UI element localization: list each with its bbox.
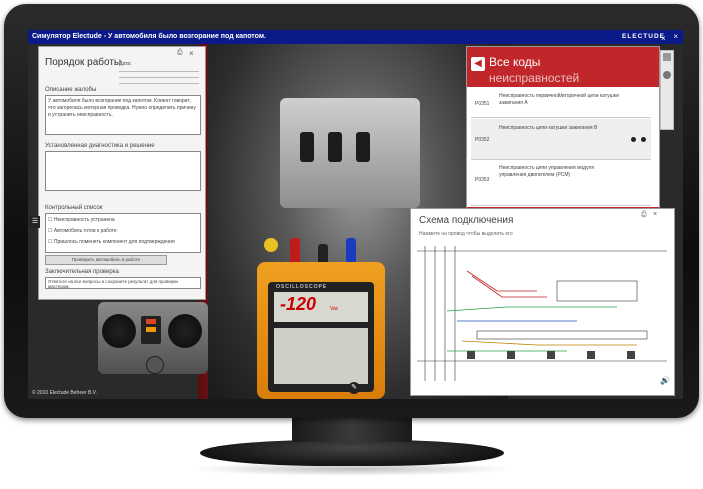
code-row[interactable]: P0352 Неисправность цепи катушки зажиган… [471,119,651,160]
ignition-coil-2[interactable] [328,132,342,162]
code-desc: Неисправность цепи управления модуля упр… [499,165,595,178]
diagnosis-label: Установленная диагностика и решение [45,143,155,149]
ignition-coil-3[interactable] [356,132,370,162]
status-dot [641,137,646,142]
codes-header: ◀ Все коды неисправностей [467,47,659,87]
menu-icon[interactable]: ☰ [30,216,40,228]
fault-codes-panel: ◀ Все коды неисправностей P0351 Неисправ… [466,46,660,218]
code-desc: Неисправность цепи катушки зажигания В [499,125,598,131]
oscilloscope-grid [274,328,368,384]
field-line [119,77,199,78]
field-line [119,83,199,84]
close-button[interactable]: × [673,30,678,44]
test-drive-button[interactable]: Проверить автомобиль в работе [45,255,167,265]
description-text: У автомобиля было возгорание под капотом… [48,98,196,118]
description-label: Описание жалобы [45,87,97,93]
date-label: Дата: [119,61,132,67]
ignition-coil-1[interactable] [300,132,314,162]
diagnosis-input[interactable] [45,151,201,191]
battery-warning-icon [146,319,156,324]
close-icon[interactable]: × [653,211,657,218]
close-icon[interactable]: × [661,34,666,43]
print-icon[interactable]: ⎙ [177,49,183,57]
print-icon[interactable]: ⎙ [641,211,647,219]
speedometer-gauge [168,314,202,348]
warning-lights [141,316,161,344]
checklist-item[interactable]: ☐ Неисправность устранена [48,217,115,223]
code-id: P0351 [475,101,490,107]
code-row[interactable]: P0351 Неисправность первичной/вторичной … [471,89,651,118]
work-order-panel: Порядок работы × ⎙ Дата: Описание жалобы… [38,46,206,300]
final-check-box: Ответьте на все вопросы и сохраните резу… [45,277,201,289]
wiring-schematic[interactable] [417,241,669,391]
scroll-thumb[interactable] [663,71,671,79]
final-check-label: Заключительная проверка [45,269,119,275]
codes-subtitle: неисправностей [489,71,580,85]
wiring-title: Схема подключения [419,215,514,226]
monitor-stand-base [200,440,504,466]
wiring-diagram-panel: Схема подключения Нажмите на провод чтоб… [410,208,675,396]
engine-warning-icon [146,327,156,332]
monitor-screen: Симулятор Electude - У автомобиля было в… [28,30,683,399]
field-line [119,71,199,72]
checklist-box: ☐ Неисправность устранена ☐ Автомобиль г… [45,213,201,253]
work-order-title: Порядок работы [45,57,122,68]
code-row[interactable]: P0353 Неисправность цепи управления моду… [471,161,651,206]
scroll-up-icon[interactable] [663,53,671,61]
description-box: У автомобиля было возгорание под капотом… [45,95,201,135]
final-check-text: Ответьте на все вопросы и сохраните резу… [48,279,178,289]
oil-cap[interactable] [264,238,278,252]
checklist-item[interactable]: ☐ Пришлось поменять компонент для подтве… [48,239,175,245]
monitor-stand-neck [292,414,412,442]
instrument-cluster [98,302,208,374]
code-desc: Неисправность первичной/вторичной цепи к… [499,93,619,106]
app-titlebar: Симулятор Electude - У автомобиля было в… [28,30,683,44]
status-dot [631,137,636,142]
window-title: Симулятор Electude - У автомобиля было в… [32,33,266,40]
oscilloscope-value: -120 [280,294,317,314]
code-id: P0352 [475,137,490,143]
checklist-label: Контрольный список [45,205,103,211]
oscilloscope-unit: Vac [330,306,339,312]
wrench-icon[interactable]: ✎ [348,382,360,394]
brand-logo: ELECTUDE [621,33,665,40]
close-icon[interactable]: × [189,49,194,58]
checklist-item[interactable]: ☐ Автомобиль готов к работе [48,228,117,234]
speaker-icon[interactable]: 🔊 [660,376,670,385]
codes-title: Все коды [489,55,541,69]
vertical-scrollbar[interactable] [660,50,674,130]
back-arrow-icon[interactable]: ◀ [471,57,485,71]
wiring-subtitle: Нажмите на провод чтобы выделить его [419,231,513,237]
oscilloscope-label: OSCILLOSCOPE [276,284,328,290]
code-id: P0353 [475,177,490,183]
copyright-text: © 2010 Electude Beheer B.V. [32,390,97,396]
monitor-bezel: Симулятор Electude - У автомобиля было в… [4,4,699,418]
tachometer-gauge [102,314,136,348]
ignition-key[interactable] [146,356,164,374]
